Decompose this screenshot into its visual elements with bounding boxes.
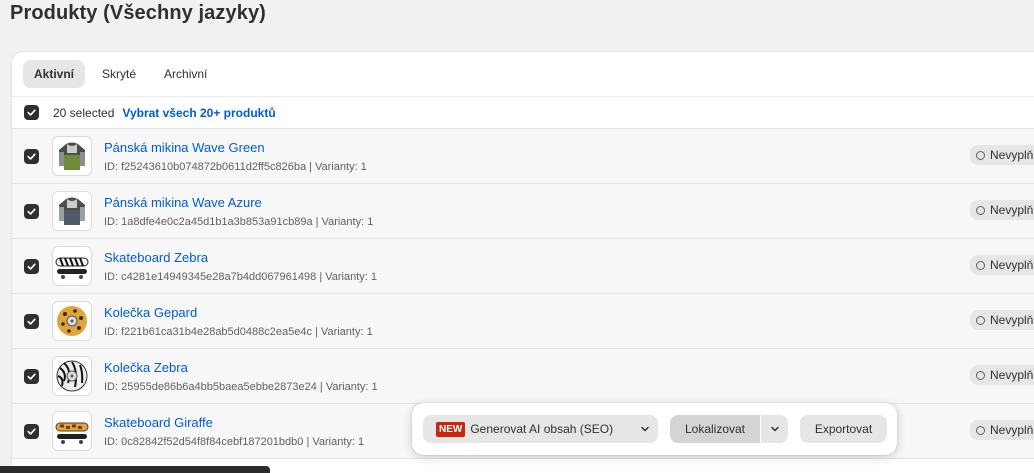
status-badge: Nevyplň — [970, 365, 1034, 385]
check-icon — [27, 109, 36, 116]
product-meta: ID: 25955de86b6a4bb5baea5ebbe2873e24 | V… — [104, 380, 378, 393]
check-icon — [27, 427, 36, 435]
status-circle-icon — [976, 260, 985, 270]
wheel-cheetah-image — [57, 306, 87, 336]
localize-split-button: Lokalizovat — [670, 415, 788, 443]
row-checkbox[interactable] — [24, 203, 39, 219]
status-label: Nevyplň — [990, 203, 1034, 217]
tabs-bar: Aktivní Skryté Archivní — [12, 52, 1034, 97]
status-badge: Nevyplň — [970, 145, 1034, 165]
product-name-link[interactable]: Pánská mikina Wave Azure — [104, 195, 373, 210]
selected-count: 20 selected — [53, 105, 115, 120]
product-name-link[interactable]: Kolečka Gepard — [104, 305, 373, 320]
row-checkbox[interactable] — [24, 368, 39, 384]
status-label: Nevyplň — [990, 148, 1034, 162]
check-icon — [27, 372, 36, 380]
status-badge: Nevyplň — [970, 420, 1034, 440]
product-thumbnail[interactable] — [52, 356, 92, 396]
status-label: Nevyplň — [990, 423, 1034, 437]
export-button[interactable]: Exportovat — [800, 415, 887, 443]
chevron-down-icon — [632, 424, 658, 434]
product-row[interactable]: Skateboard Zebra ID: c4281e14949345e28a7… — [12, 239, 1034, 294]
check-icon — [27, 317, 36, 325]
wheel-zebra-image — [56, 360, 88, 392]
product-meta: ID: f221b61ca31b4e28ab5d0488c2ea5e4c | V… — [104, 325, 373, 338]
product-meta: ID: 1a8dfe4e0c2a45d1b1a3b853a91cb89a | V… — [104, 215, 374, 228]
product-row[interactable]: Kolečka Zebra ID: 25955de86b6a4bb5baea5e… — [12, 349, 1034, 404]
status-label: Nevyplň — [990, 368, 1034, 382]
generate-ai-content-button[interactable]: NEW Generovat AI obsah (SEO) — [423, 415, 658, 443]
status-badge: Nevyplň — [970, 255, 1034, 275]
product-thumbnail[interactable] — [52, 136, 92, 176]
status-badge: Nevyplň — [970, 200, 1034, 220]
product-name-link[interactable]: Kolečka Zebra — [104, 360, 378, 375]
check-icon — [27, 152, 36, 160]
status-circle-icon — [976, 370, 985, 380]
row-checkbox[interactable] — [24, 313, 39, 329]
status-circle-icon — [976, 205, 985, 215]
generate-label: Generovat AI obsah (SEO) — [470, 422, 614, 436]
product-row[interactable]: Kolečka Gepard ID: f221b61ca31b4e28ab5d0… — [12, 294, 1034, 349]
chevron-down-icon — [770, 426, 779, 432]
check-icon — [27, 207, 36, 215]
product-thumbnail[interactable] — [52, 301, 92, 341]
product-meta: ID: c4281e14949345e28a7b4dd067961498 | V… — [104, 270, 377, 283]
hoodie-azure-image — [59, 197, 85, 225]
row-checkbox[interactable] — [24, 423, 39, 439]
hoodie-green-image — [59, 142, 85, 170]
localize-button[interactable]: Lokalizovat — [670, 415, 760, 443]
product-name-link[interactable]: Skateboard Zebra — [104, 250, 377, 265]
product-row[interactable]: Pánská mikina Wave Green ID: f25243610b0… — [12, 129, 1034, 184]
product-meta: ID: 0c82842f52d54f8f84cebf187201bdb0 | V… — [104, 435, 365, 448]
product-thumbnail[interactable] — [52, 411, 92, 451]
tab-archived[interactable]: Archivní — [153, 60, 218, 88]
status-circle-icon — [976, 425, 985, 435]
status-badge: Nevyplň — [970, 310, 1034, 330]
product-name-link[interactable]: Pánská mikina Wave Green — [104, 140, 367, 155]
new-badge: NEW — [436, 421, 466, 437]
status-label: Nevyplň — [990, 258, 1034, 272]
bottom-scrollbar[interactable] — [0, 466, 270, 473]
product-thumbnail[interactable] — [52, 246, 92, 286]
bulk-selection-row: 20 selected Vybrat všech 20+ produktů — [12, 97, 1034, 129]
select-all-products-link[interactable]: Vybrat všech 20+ produktů — [122, 106, 275, 120]
status-circle-icon — [976, 150, 985, 160]
tab-active[interactable]: Aktivní — [23, 60, 86, 88]
tab-hidden[interactable]: Skryté — [91, 60, 147, 88]
product-name-link[interactable]: Skateboard Giraffe — [104, 415, 364, 430]
localize-menu-button[interactable] — [761, 415, 788, 443]
row-checkbox[interactable] — [24, 148, 39, 164]
page-title: Produkty (Všechny jazyky) — [10, 2, 266, 24]
check-icon — [27, 262, 36, 270]
skateboard-giraffe-image — [55, 422, 89, 444]
status-label: Nevyplň — [990, 313, 1034, 327]
product-thumbnail[interactable] — [52, 191, 92, 231]
product-row[interactable]: Pánská mikina Wave Azure ID: 1a8dfe4e0c2… — [12, 184, 1034, 239]
skateboard-zebra-image — [55, 257, 89, 279]
bulk-action-bar: NEW Generovat AI obsah (SEO) Lokalizovat… — [412, 403, 897, 455]
select-all-checkbox[interactable] — [24, 105, 39, 120]
product-meta: ID: f25243610b074872b0611d2ff5c826ba | V… — [104, 160, 367, 173]
row-checkbox[interactable] — [24, 258, 39, 274]
status-circle-icon — [976, 315, 985, 325]
